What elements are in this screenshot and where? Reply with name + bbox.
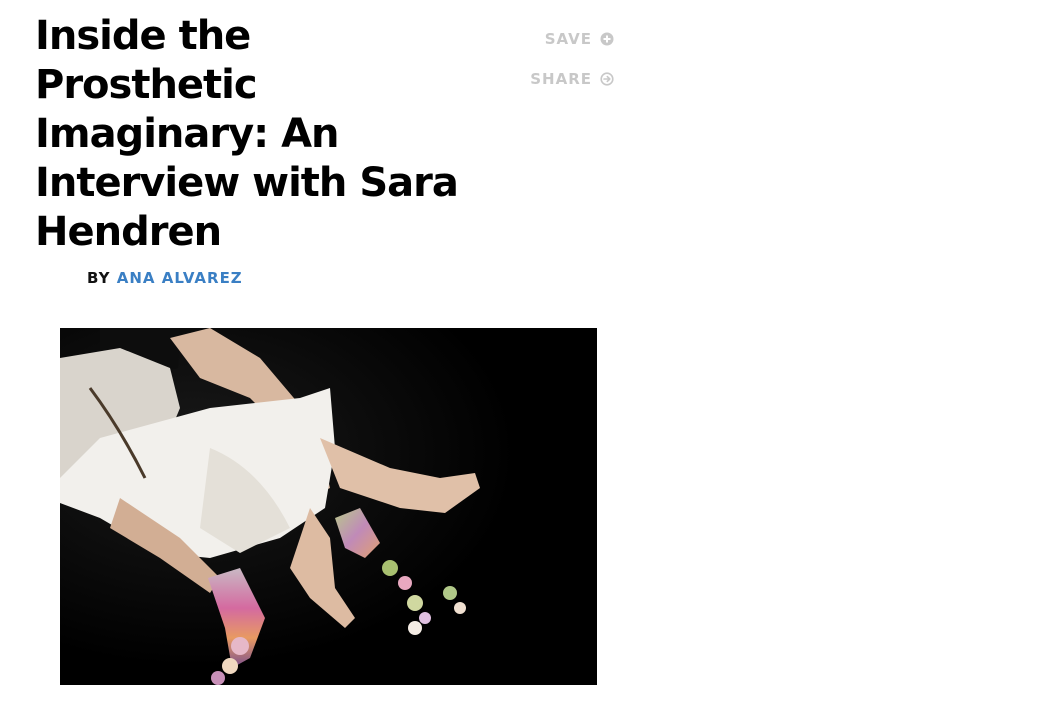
share-label: SHARE: [530, 70, 592, 88]
byline: BY ANA ALVAREZ: [87, 268, 243, 288]
save-button[interactable]: SAVE: [545, 30, 614, 48]
article-page: Inside the Prosthetic Imaginary: An Inte…: [0, 0, 1042, 703]
headline-line: Interview with Sara: [35, 160, 459, 206]
arrow-circle-icon: [600, 72, 614, 86]
byline-prefix: BY: [87, 269, 111, 287]
save-label: SAVE: [544, 30, 592, 48]
headline-line: Inside the: [35, 13, 251, 59]
plus-circle-icon: [600, 32, 614, 46]
share-button[interactable]: SHARE: [530, 70, 614, 88]
headline-line: Hendren: [35, 209, 222, 255]
headline-line: Imaginary: An: [35, 111, 340, 157]
author-link[interactable]: ANA ALVAREZ: [117, 269, 243, 287]
article-headline: Inside the Prosthetic Imaginary: An Inte…: [35, 12, 495, 257]
headline-line: Prosthetic: [35, 62, 258, 108]
article-photo: [60, 328, 597, 685]
